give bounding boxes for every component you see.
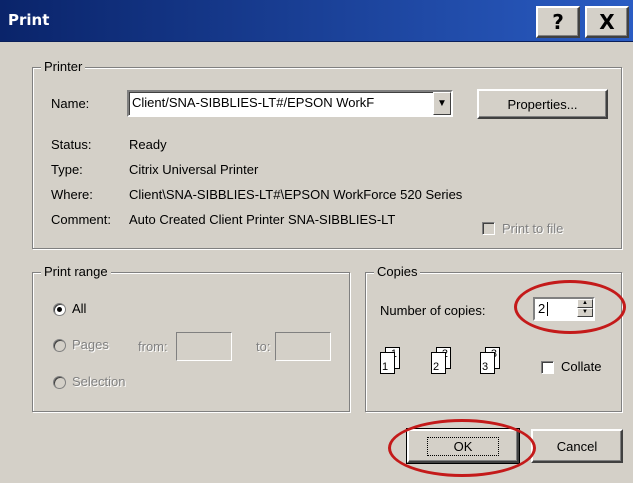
print-to-file-checkbox[interactable]	[482, 222, 495, 235]
print-range-legend: Print range	[41, 264, 111, 279]
printer-group-legend: Printer	[41, 59, 86, 74]
status-label: Status:	[51, 137, 92, 152]
to-label: to:	[256, 339, 271, 354]
copies-highlight-circle	[514, 280, 626, 334]
window-title: Print	[8, 11, 50, 29]
from-field[interactable]	[176, 332, 232, 361]
collate-checkbox[interactable]	[541, 361, 554, 374]
pages-radio[interactable]	[53, 339, 66, 352]
status-value: Ready	[129, 137, 167, 152]
page-2-front: 2	[431, 352, 446, 374]
help-icon: ?	[552, 10, 564, 34]
selection-radio[interactable]	[53, 376, 66, 389]
title-bar[interactable]: Print ? X	[0, 0, 633, 42]
where-label: Where:	[51, 187, 93, 202]
number-of-copies-label: Number of copies:	[380, 303, 486, 318]
printer-name-label: Name:	[51, 96, 90, 111]
close-button[interactable]: X	[585, 6, 629, 38]
cancel-button[interactable]: Cancel	[531, 429, 623, 463]
help-button[interactable]: ?	[536, 6, 580, 38]
page-1-front: 1	[380, 352, 395, 374]
comment-label: Comment:	[51, 212, 111, 227]
where-value: Client\SNA-SIBBLIES-LT#\EPSON WorkForce …	[129, 187, 463, 202]
page-3-front: 3	[480, 352, 495, 374]
pages-label: Pages	[72, 337, 109, 352]
copies-legend: Copies	[374, 264, 421, 279]
all-label: All	[72, 301, 87, 316]
ok-highlight-circle	[388, 419, 536, 477]
close-icon: X	[599, 10, 615, 34]
from-label: from:	[138, 339, 168, 354]
printer-name-dropdown[interactable]: Client/SNA-SIBBLIES-LT#/EPSON WorkF ▼	[127, 90, 453, 117]
print-to-file-label: Print to file	[502, 221, 564, 236]
to-field[interactable]	[275, 332, 331, 361]
collate-label: Collate	[561, 359, 602, 374]
comment-value: Auto Created Client Printer SNA-SIBBLIES…	[129, 212, 396, 227]
printer-name-value: Client/SNA-SIBBLIES-LT#/EPSON WorkF	[132, 95, 375, 110]
properties-button[interactable]: Properties...	[477, 89, 608, 119]
type-value: Citrix Universal Printer	[129, 162, 259, 177]
radio-selected-dot	[57, 307, 62, 312]
type-label: Type:	[51, 162, 83, 177]
selection-label: Selection	[72, 374, 126, 389]
all-radio[interactable]	[53, 303, 66, 316]
chevron-down-icon[interactable]: ▼	[433, 92, 451, 115]
dialog-body: Printer Name: Client/SNA-SIBBLIES-LT#/EP…	[0, 42, 633, 483]
cancel-button-label: Cancel	[556, 438, 598, 454]
properties-button-label: Properties...	[507, 96, 578, 112]
